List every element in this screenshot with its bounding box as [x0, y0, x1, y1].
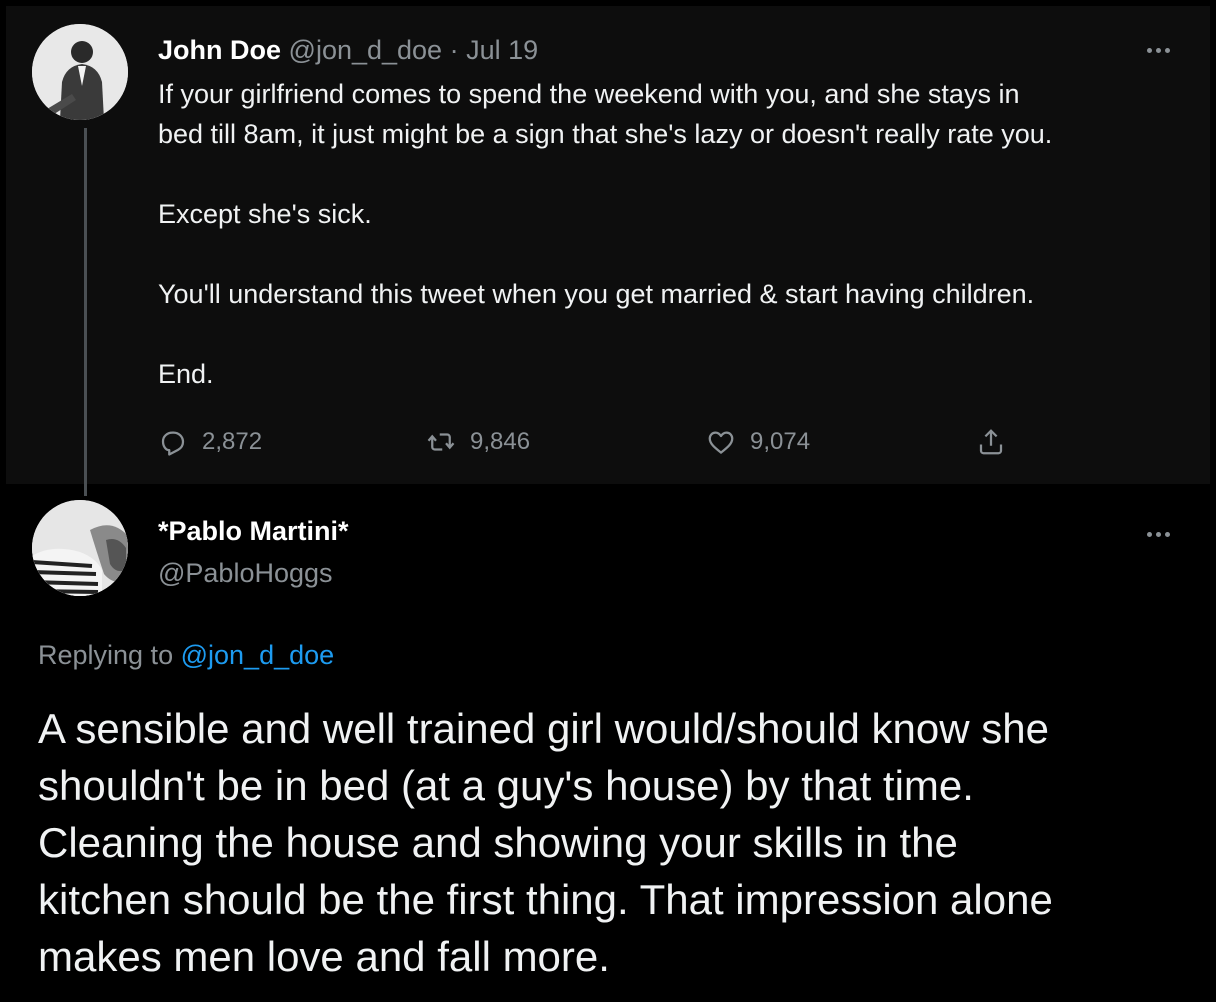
more-icon[interactable]: [1138, 40, 1178, 60]
like-count: 9,074: [750, 428, 811, 455]
replying-to-line: Replying to @jon_d_doe: [38, 640, 334, 671]
reply-icon: [161, 431, 185, 456]
more-icon[interactable]: [1138, 524, 1178, 544]
heart-icon: [708, 431, 734, 454]
author-name[interactable]: John Doe: [158, 35, 281, 65]
retweet-button[interactable]: 9,846: [426, 422, 530, 462]
reply-text-line: Cleaning the house and showing your skil…: [38, 819, 958, 866]
reply-text-line: shouldn't be in bed (at a guy's house) b…: [38, 762, 974, 809]
replying-to-link[interactable]: @jon_d_doe: [181, 640, 335, 670]
tweet-date[interactable]: Jul 19: [466, 35, 538, 65]
avatar-pablo-martini[interactable]: [32, 500, 128, 596]
separator-dot: ·: [449, 35, 459, 65]
author-handle[interactable]: @jon_d_doe: [289, 35, 443, 65]
reply-author-name[interactable]: *Pablo Martini*: [158, 516, 349, 547]
retweet-count: 9,846: [470, 428, 531, 455]
parent-tweet-header: John Doe @jon_d_doe · Jul 19: [158, 34, 538, 66]
retweet-icon: [427, 433, 455, 451]
tweet-thread-screenshot: John Doe @jon_d_doe · Jul 19 If your gir…: [0, 0, 1216, 1002]
tweet-actions-bar: 2,872 9,846 9,074: [158, 422, 1058, 462]
reply-tweet-body: A sensible and well trained girl would/s…: [38, 700, 1198, 985]
like-button[interactable]: 9,074: [706, 422, 810, 462]
tweet-text-line: If your girlfriend comes to spend the we…: [158, 79, 1020, 109]
reply-text-line: makes men love and fall more.: [38, 933, 610, 980]
tweet-text-line: End.: [158, 359, 214, 389]
tweet-text-line: You'll understand this tweet when you ge…: [158, 279, 1035, 309]
tweet-text-line: bed till 8am, it just might be a sign th…: [158, 119, 1053, 149]
replying-prefix: Replying to: [38, 640, 174, 670]
reply-author-handle[interactable]: @PabloHoggs: [158, 558, 333, 589]
avatar-john-doe[interactable]: [32, 24, 128, 120]
reply-button[interactable]: 2,872: [158, 422, 262, 462]
share-icon: [979, 429, 1003, 455]
reply-text-line: kitchen should be the first thing. That …: [38, 876, 1053, 923]
thread-connector-line: [84, 128, 87, 496]
reply-text-line: A sensible and well trained girl would/s…: [38, 705, 1049, 752]
parent-tweet-body: If your girlfriend comes to spend the we…: [158, 74, 1188, 394]
reply-count: 2,872: [202, 428, 263, 455]
share-button[interactable]: [976, 422, 1006, 462]
tweet-text-line: Except she's sick.: [158, 199, 372, 229]
